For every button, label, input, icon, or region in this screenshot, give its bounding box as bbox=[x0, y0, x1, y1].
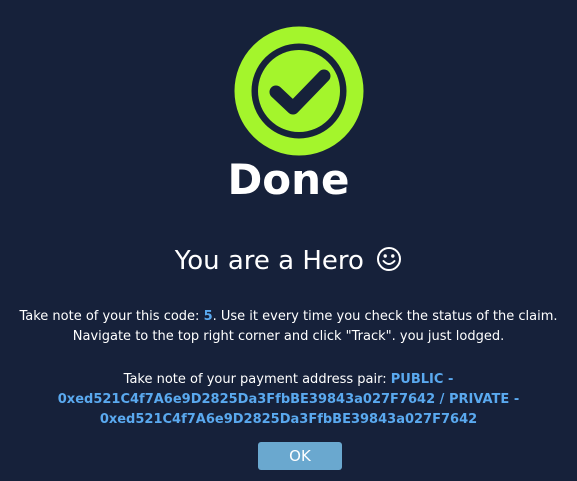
public-label: PUBLIC - bbox=[390, 372, 454, 387]
track-instruction: Navigate to the top right corner and cli… bbox=[72, 329, 505, 344]
ok-button[interactable]: OK bbox=[258, 442, 342, 470]
dialog-subtitle: You are a Hero bbox=[0, 243, 577, 282]
dialog-title: Done bbox=[227, 155, 350, 204]
payment-address-message: Take note of your payment address pair: … bbox=[6, 370, 571, 430]
claim-code: 5 bbox=[203, 309, 213, 324]
public-address: 0xed521C4f7A6e9D2825Da3FfbBE39843a027F76… bbox=[57, 392, 436, 407]
private-label: PRIVATE - bbox=[448, 392, 520, 407]
code-message-prefix: Take note of your this code: bbox=[19, 309, 204, 324]
subtitle-text: You are a Hero bbox=[174, 246, 364, 276]
private-address: 0xed521C4f7A6e9D2825Da3FfbBE39843a027F76… bbox=[99, 412, 478, 427]
smiley-face-icon bbox=[376, 246, 402, 282]
address-message-prefix: Take note of your payment address pair: bbox=[123, 372, 391, 387]
claim-code-message: Take note of your this code: 5. Use it e… bbox=[6, 307, 571, 347]
address-separator: / bbox=[435, 392, 449, 407]
check-circle-icon bbox=[234, 26, 364, 156]
code-message-suffix: . Use it every time you check the status… bbox=[212, 309, 558, 324]
success-dialog: Done You are a Hero Take note of your th… bbox=[0, 0, 577, 481]
